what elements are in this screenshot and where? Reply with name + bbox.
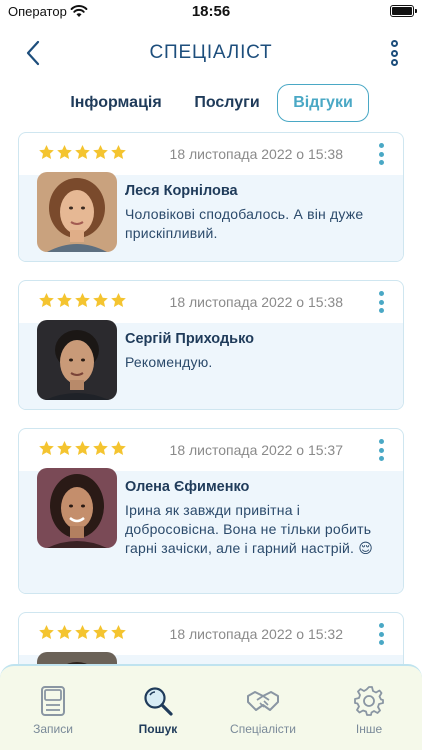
rating-stars [38, 624, 127, 641]
star-icon [93, 145, 108, 159]
star-icon [75, 625, 90, 639]
document-icon [41, 686, 65, 716]
review-menu-button[interactable] [377, 291, 385, 313]
handshake-icon [247, 691, 279, 711]
review-menu-button[interactable] [377, 623, 385, 645]
star-icon [111, 441, 126, 455]
dot-icon [390, 59, 398, 66]
search-icon [144, 687, 173, 716]
nav-label: Спеціалісти [230, 722, 296, 736]
avatar [37, 320, 117, 400]
star-icon [111, 145, 126, 159]
battery-icon [390, 5, 417, 17]
star-icon [75, 441, 90, 455]
gear-icon [354, 686, 384, 716]
nav-specialists[interactable]: Спеціалісти [218, 684, 308, 736]
nav-label: Пошук [138, 722, 178, 736]
more-options-button[interactable] [388, 40, 400, 66]
star-icon [93, 625, 108, 639]
avatar [37, 468, 117, 548]
star-icon [93, 441, 108, 455]
dot-icon [390, 40, 398, 47]
nav-search[interactable]: Пошук [113, 684, 203, 736]
review-menu-button[interactable] [377, 439, 385, 461]
review-author: Олена Єфименко [125, 479, 250, 495]
review-card: 18 листопада 2022 о 15:32 [18, 612, 404, 668]
tab-information[interactable]: Інформація [60, 84, 172, 122]
avatar [37, 172, 117, 252]
review-card: 18 листопада 2022 о 15:38 Леся Корнілова… [18, 132, 404, 262]
status-time: 18:56 [191, 3, 231, 20]
review-text: Рекомендую. [125, 354, 213, 370]
review-card: 18 листопада 2022 о 15:37 Олена Єфименко… [18, 428, 404, 594]
status-bar: Оператор 18:56 [0, 0, 422, 24]
bottom-navigation: Записи Пошук Спеціалісти Інше [0, 664, 422, 750]
header: СПЕЦІАЛІСТ [0, 30, 422, 76]
nav-other[interactable]: Інше [324, 684, 414, 736]
tab-bar: Інформація Послуги Відгуки [0, 84, 422, 122]
star-icon [111, 293, 126, 307]
tab-reviews[interactable]: Відгуки [277, 84, 369, 122]
star-icon [39, 625, 54, 639]
star-icon [93, 293, 108, 307]
star-icon [39, 441, 54, 455]
review-text: Чоловікові сподобалось. А він дуже приск… [125, 206, 364, 241]
rating-stars [38, 292, 127, 309]
star-icon [39, 145, 54, 159]
review-card: 18 листопада 2022 о 15:38 Сергій Приходь… [18, 280, 404, 410]
rating-stars [38, 440, 127, 457]
nav-label: Інше [355, 722, 383, 736]
rating-stars [38, 144, 127, 161]
review-date: 18 листопада 2022 о 15:37 [169, 442, 343, 458]
review-author: Леся Корнілова [125, 183, 238, 199]
nav-records[interactable]: Записи [8, 684, 98, 736]
star-icon [57, 625, 72, 639]
review-menu-button[interactable] [377, 143, 385, 165]
reviews-list[interactable]: 18 листопада 2022 о 15:38 Леся Корнілова… [0, 132, 422, 668]
dot-icon [390, 49, 398, 57]
page-title: СПЕЦІАЛІСТ [149, 42, 273, 63]
review-author: Сергій Приходько [125, 331, 255, 347]
star-icon [75, 145, 90, 159]
star-icon [57, 293, 72, 307]
star-icon [57, 145, 72, 159]
review-date: 18 листопада 2022 о 15:32 [169, 626, 343, 642]
review-date: 18 листопада 2022 о 15:38 [169, 146, 343, 162]
star-icon [39, 293, 54, 307]
star-icon [57, 441, 72, 455]
tab-services[interactable]: Послуги [184, 84, 270, 122]
nav-label: Записи [33, 722, 73, 736]
star-icon [75, 293, 90, 307]
review-date: 18 листопада 2022 о 15:38 [169, 294, 343, 310]
review-text: Ірина як завжди привітна і добросовісна.… [125, 502, 374, 556]
star-icon [111, 625, 126, 639]
